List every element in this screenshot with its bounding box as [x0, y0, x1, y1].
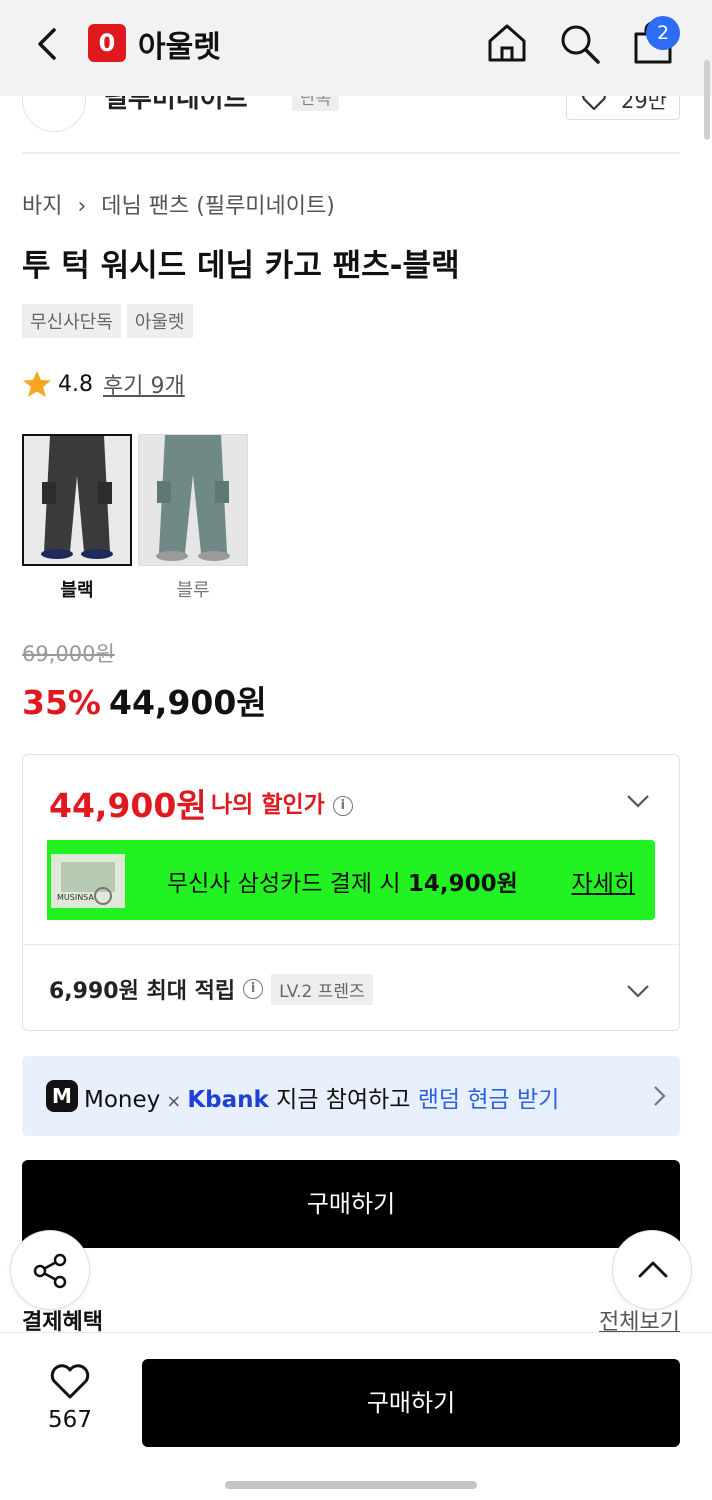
points-text: 6,990원 최대 적립 — [49, 979, 236, 1004]
breadcrumb-category[interactable]: 바지 — [22, 194, 62, 219]
breadcrumb-subcategory[interactable]: 데님 팬츠 (필루미네이트) — [101, 194, 335, 219]
product-tag: 무신사단독 — [22, 304, 121, 338]
buy-button[interactable]: 구매하기 — [142, 1359, 680, 1447]
share-icon — [33, 1253, 67, 1289]
home-icon[interactable] — [484, 20, 530, 66]
product-title: 투 턱 워시드 데님 카고 팬츠-블랙 — [22, 248, 460, 284]
sale-price: 44,900원 — [109, 683, 267, 722]
heart-icon — [50, 1364, 90, 1399]
cart-count-badge: 2 — [646, 16, 680, 50]
card-promo-price: 14,900원 — [407, 871, 518, 897]
chevron-right-icon — [654, 1086, 666, 1106]
product-tags: 무신사단독 아울렛 — [22, 304, 193, 338]
money-banner-link: 랜덤 현금 받기 — [417, 1087, 560, 1113]
kbank-brand: Kbank — [187, 1087, 269, 1113]
like-button[interactable]: 567 — [28, 1363, 112, 1433]
search-icon[interactable] — [556, 20, 602, 66]
money-logo-icon: M — [46, 1080, 78, 1112]
breadcrumb-separator-icon: › — [77, 194, 87, 219]
level-tag: LV.2 프렌즈 — [271, 973, 373, 1005]
money-banner-text: Money × Kbank 지금 참여하고 랜덤 현금 받기 — [84, 1080, 559, 1114]
my-discount-price: 44,900원 — [49, 786, 207, 825]
review-link[interactable]: 후기 9개 — [103, 368, 185, 400]
money-brand: Money — [84, 1087, 161, 1113]
rating-row: 4.8 후기 9개 — [22, 368, 185, 400]
info-icon[interactable]: i — [243, 979, 264, 999]
card-image-icon: MUSINSA — [47, 840, 127, 920]
buy-button-inline[interactable]: 구매하기 — [22, 1160, 680, 1248]
outlet-logo[interactable]: 0 — [88, 24, 126, 62]
variant-label: 블랙 — [60, 580, 94, 601]
variant-thumbnail[interactable] — [138, 434, 248, 566]
times-symbol: × — [166, 1091, 182, 1112]
color-variants: 블랙 블루 — [22, 434, 248, 602]
discount-percent: 35% — [22, 683, 101, 722]
variant-black[interactable]: 블랙 — [22, 434, 132, 602]
card-promo-label: 무신사 삼성카드 결제 시 — [167, 871, 401, 897]
scroll-top-button[interactable] — [612, 1230, 692, 1310]
scrollbar[interactable] — [704, 60, 710, 140]
money-banner-copy: 지금 참여하고 — [276, 1087, 411, 1113]
breadcrumb: 바지 › 데님 팬츠 (필루미네이트) — [22, 188, 339, 220]
card-detail-link[interactable]: 자세히 — [572, 864, 635, 898]
divider — [22, 152, 680, 154]
divider — [23, 944, 679, 945]
bottom-action-bar: 567 구매하기 — [0, 1332, 712, 1500]
points-row: 6,990원 최대 적립 i LV.2 프렌즈 — [49, 973, 373, 1005]
card-promo-banner[interactable]: MUSINSA 무신사 삼성카드 결제 시 14,900원 자세히 — [47, 840, 655, 920]
card-promo-text: 무신사 삼성카드 결제 시 14,900원 — [167, 864, 518, 898]
chevron-down-icon[interactable] — [625, 793, 651, 809]
back-icon[interactable] — [28, 22, 68, 66]
variant-blue[interactable]: 블루 — [138, 434, 248, 602]
product-tag: 아울렛 — [126, 304, 193, 338]
top-header: 0 아울렛 2 — [0, 0, 712, 96]
star-icon — [23, 371, 51, 397]
home-indicator — [225, 1481, 477, 1489]
share-button[interactable] — [10, 1230, 90, 1310]
card-image-text: MUSINSA — [57, 893, 94, 902]
app-name[interactable]: 아울렛 — [138, 22, 221, 66]
chevron-up-icon — [638, 1261, 668, 1278]
original-price: 69,000원 — [22, 642, 115, 666]
rating-score: 4.8 — [58, 371, 93, 397]
variant-thumbnail[interactable] — [22, 434, 132, 566]
my-discount-label: 나의 할인가 i — [211, 785, 353, 819]
like-count: 567 — [48, 1407, 92, 1433]
benefit-box: 44,900원 나의 할인가 i MUSINSA 무신사 삼성카드 결제 시 1… — [22, 754, 680, 1031]
chevron-down-icon[interactable] — [625, 983, 651, 999]
sale-price-row: 35% 44,900원 — [22, 676, 267, 724]
info-icon[interactable]: i — [332, 795, 353, 816]
variant-label: 블루 — [176, 580, 210, 601]
my-discount-label-text: 나의 할인가 — [211, 792, 325, 818]
money-kbank-banner[interactable]: M Money × Kbank 지금 참여하고 랜덤 현금 받기 — [22, 1056, 680, 1136]
